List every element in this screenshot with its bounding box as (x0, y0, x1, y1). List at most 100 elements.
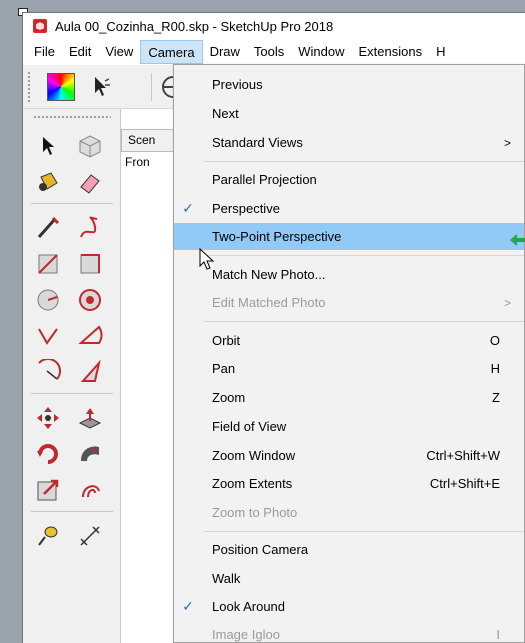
menu-item-label: Next (212, 106, 239, 121)
freehand-icon[interactable] (75, 213, 105, 243)
menu-item-standard-views[interactable]: Standard Views > (174, 129, 524, 156)
menu-item-edit-matched-photo: Edit Matched Photo > (174, 289, 524, 316)
pencil-line-icon[interactable] (33, 213, 63, 243)
menu-item-match-new-photo[interactable]: Match New Photo... (174, 261, 524, 288)
menu-camera[interactable]: Camera (140, 40, 203, 64)
menu-item-image-igloo: Image Igloo I (174, 621, 524, 642)
mouse-cursor-icon (199, 248, 215, 270)
menu-separator (204, 161, 524, 162)
menu-item-label: Parallel Projection (212, 172, 317, 187)
menu-item-label: Two-Point Perspective (212, 229, 342, 244)
color-palette-icon[interactable] (47, 73, 75, 101)
menu-item-label: Walk (212, 571, 241, 586)
menu-item-two-point-perspective[interactable]: Two-Point Perspective (174, 223, 524, 250)
toolbar-grip[interactable] (27, 71, 31, 103)
menu-item-shortcut: Ctrl+Shift+W (426, 448, 500, 463)
select-cursor-icon[interactable] (87, 73, 115, 101)
menu-tools[interactable]: Tools (247, 40, 291, 64)
menu-extensions[interactable]: Extensions (352, 40, 430, 64)
three-point-arc-icon[interactable] (33, 357, 63, 387)
menu-item-parallel-projection[interactable]: Parallel Projection (174, 166, 524, 193)
offset-icon[interactable] (75, 475, 105, 505)
dimension-icon[interactable] (75, 521, 105, 551)
menu-item-label: Zoom Window (212, 448, 296, 463)
paint-bucket-icon[interactable] (33, 167, 63, 197)
palette-separator (31, 511, 113, 512)
tape-measure-icon[interactable] (33, 521, 63, 551)
menu-item-shortcut: Ctrl+Shift+E (429, 476, 500, 491)
rectangle-icon[interactable] (33, 249, 63, 279)
scale-icon[interactable] (33, 475, 63, 505)
green-pointer-arrow-icon (510, 234, 525, 246)
menu-item-zoom-extents[interactable]: Zoom Extents Ctrl+Shift+E (174, 470, 524, 497)
toolbar-separator (151, 73, 152, 101)
rotate-icon[interactable] (33, 439, 63, 469)
submenu-arrow-icon: > (504, 295, 512, 310)
menu-separator (204, 321, 524, 322)
menu-item-label: Previous (212, 77, 263, 92)
eraser-icon[interactable] (75, 167, 105, 197)
menu-item-perspective[interactable]: ✓ Perspective (174, 195, 524, 222)
push-pull-icon[interactable] (75, 403, 105, 433)
menu-item-look-around[interactable]: ✓ Look Around (174, 593, 524, 620)
menu-item-label: Pan (212, 361, 236, 376)
submenu-arrow-icon: > (504, 135, 512, 150)
menu-item-shortcut: H (490, 361, 500, 376)
menu-item-walk[interactable]: Walk (174, 565, 524, 592)
palette-separator (31, 203, 113, 204)
window-title: Aula 00_Cozinha_R00.skp - SketchUp Pro 2… (55, 18, 334, 34)
menu-item-label: Zoom to Photo (212, 505, 298, 520)
select-arrow-icon[interactable] (33, 131, 63, 161)
view-label: Fron (125, 155, 150, 169)
menu-item-next[interactable]: Next (174, 100, 524, 127)
menu-separator (204, 531, 524, 532)
arc-icon[interactable] (33, 321, 63, 351)
menu-item-zoom-window[interactable]: Zoom Window Ctrl+Shift+W (174, 442, 524, 469)
menu-item-label: Position Camera (212, 542, 309, 557)
menu-item-shortcut: O (489, 333, 500, 348)
menu-item-shortcut: I (496, 627, 500, 642)
menu-help[interactable]: H (429, 40, 452, 64)
menu-item-field-of-view[interactable]: Field of View (174, 413, 524, 440)
menu-item-label: Orbit (212, 333, 241, 348)
menu-view[interactable]: View (98, 40, 140, 64)
menu-item-label: Zoom (212, 390, 246, 405)
two-point-arc-icon[interactable] (75, 321, 105, 351)
menu-separator (204, 255, 524, 256)
polygon-icon[interactable] (75, 285, 105, 315)
move-icon[interactable] (33, 403, 63, 433)
palette-separator (31, 393, 113, 394)
menu-item-label: Look Around (212, 599, 286, 614)
title-bar: Aula 00_Cozinha_R00.skp - SketchUp Pro 2… (23, 13, 525, 39)
sketchup-app-icon (33, 19, 47, 33)
follow-me-icon[interactable] (75, 439, 105, 469)
checkmark-icon: ✓ (182, 200, 194, 216)
menu-item-label: Standard Views (212, 135, 303, 150)
palette-grip[interactable] (33, 115, 111, 119)
menu-item-shortcut: Z (492, 390, 500, 405)
checkmark-icon: ✓ (182, 598, 194, 614)
tool-palette (23, 109, 121, 643)
pie-icon[interactable] (75, 357, 105, 387)
menu-bar: File Edit View Camera Draw Tools Window … (23, 39, 525, 65)
menu-window[interactable]: Window (291, 40, 351, 64)
menu-item-pan[interactable]: Pan H (174, 355, 524, 382)
menu-draw[interactable]: Draw (203, 40, 247, 64)
menu-item-previous[interactable]: Previous (174, 71, 524, 98)
menu-item-label: Match New Photo... (212, 267, 326, 282)
menu-item-label: Field of View (212, 419, 287, 434)
menu-item-label: Perspective (212, 201, 280, 216)
circle-icon[interactable] (33, 285, 63, 315)
menu-item-label: Image Igloo (212, 627, 280, 642)
component-box-icon[interactable] (75, 131, 105, 161)
menu-edit[interactable]: Edit (62, 40, 98, 64)
menu-item-position-camera[interactable]: Position Camera (174, 536, 524, 563)
camera-dropdown-menu: Previous Next Standard Views > Parallel … (173, 64, 525, 643)
menu-file[interactable]: File (27, 40, 62, 64)
menu-item-zoom[interactable]: Zoom Z (174, 384, 524, 411)
menu-item-zoom-to-photo: Zoom to Photo (174, 499, 524, 526)
menu-item-label: Edit Matched Photo (212, 295, 326, 310)
rotated-rectangle-icon[interactable] (75, 249, 105, 279)
menu-item-label: Zoom Extents (212, 476, 293, 491)
menu-item-orbit[interactable]: Orbit O (174, 327, 524, 354)
